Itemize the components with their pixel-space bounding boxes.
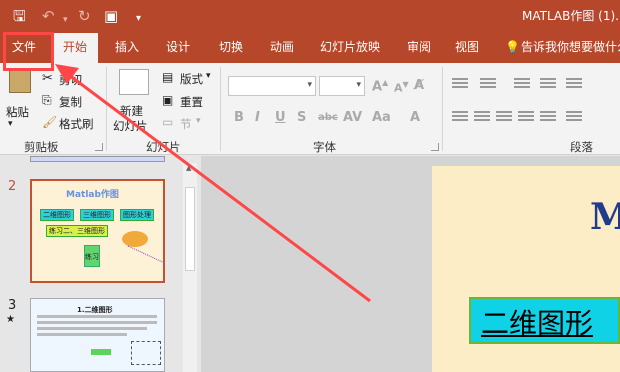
annotation-arrow xyxy=(55,64,371,303)
